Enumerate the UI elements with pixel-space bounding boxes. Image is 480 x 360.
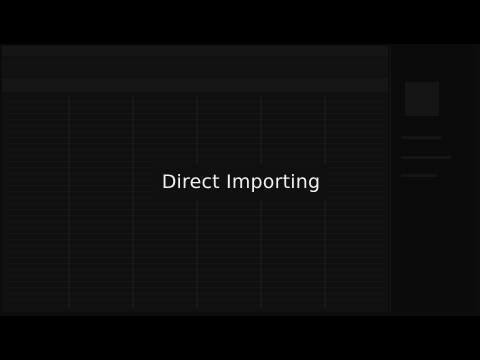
panel-text-line: [401, 174, 437, 177]
panel-text-line: [401, 136, 441, 139]
caption-overlay: Direct Importing: [154, 164, 328, 200]
menu-bar: [2, 46, 388, 56]
caption-text: Direct Importing: [161, 171, 321, 193]
side-panel: [390, 46, 475, 312]
data-table: [6, 96, 384, 308]
preview-thumbnail: [405, 82, 439, 116]
panel-text-line: [401, 156, 451, 159]
table-header: [2, 78, 388, 92]
toolbar: [2, 58, 388, 76]
